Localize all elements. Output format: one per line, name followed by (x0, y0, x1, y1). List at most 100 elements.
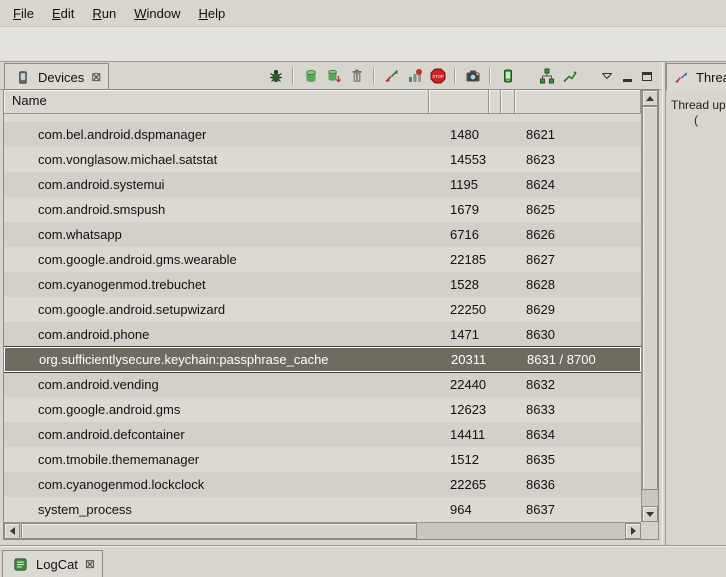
menu-help[interactable]: Help (189, 2, 234, 25)
cell-port: 8629 (515, 297, 641, 322)
threads-message-line2: ( (666, 112, 726, 127)
minimize-icon[interactable] (618, 67, 636, 85)
cell-name: com.android.defcontainer (4, 422, 429, 447)
table-row[interactable]: com.android.smspush16798625 (4, 197, 641, 222)
scroll-up-icon[interactable] (642, 90, 658, 106)
table-row[interactable]: com.cyanogenmod.lockclock222658636 (4, 472, 641, 497)
cell-port: 8637 (515, 497, 641, 522)
cell-name: com.google.android.gms (4, 397, 429, 422)
scrollbar-corner (641, 522, 658, 539)
vertical-scrollbar[interactable] (641, 90, 658, 522)
cell-name: com.google.android.gms.wearable (4, 247, 429, 272)
cell-pid: 1480 (429, 122, 489, 147)
table-row[interactable]: com.android.defcontainer14411 8634 (4, 422, 641, 447)
hierarchy-viewer-icon[interactable] (536, 66, 557, 86)
cell-c3 (489, 222, 501, 247)
cell-pid: 964 (429, 497, 489, 522)
cell-c4 (501, 297, 515, 322)
table-row[interactable]: com.bel.android.dspmanager14808621 (4, 122, 641, 147)
cell-port: 8635 (515, 447, 641, 472)
table-row[interactable]: com.tmobile.thememanager15128635 (4, 447, 641, 472)
update-threads-icon[interactable] (381, 66, 402, 86)
cause-gc-icon[interactable] (346, 66, 367, 86)
horizontal-scrollbar-thumb[interactable] (21, 523, 417, 539)
debug-process-icon[interactable] (265, 66, 286, 86)
table-row[interactable]: com.google.android.setupwizard222508629 (4, 297, 641, 322)
close-icon[interactable]: ⊠ (85, 557, 95, 571)
tab-logcat[interactable]: LogCat ⊠ (2, 550, 103, 577)
table-row[interactable]: com.android.vending224408632 (4, 372, 641, 397)
update-heap-icon[interactable] (300, 66, 321, 86)
devices-panel: Devices ⊠ STOP (0, 62, 662, 545)
menu-run[interactable]: Run (83, 2, 125, 25)
cell-pid: 6716 (429, 222, 489, 247)
line-chart-icon[interactable] (559, 66, 580, 86)
scroll-right-icon[interactable] (625, 523, 641, 539)
vertical-scrollbar-thumb[interactable] (642, 106, 658, 490)
cell-name: com.cyanogenmod.lockclock (4, 472, 429, 497)
cell-c4 (502, 348, 516, 371)
cell-c3 (489, 497, 501, 522)
cell-port: 8636 (515, 472, 641, 497)
menu-file[interactable]: File (4, 2, 43, 25)
cell-c3 (489, 147, 501, 172)
dump-hprof-icon[interactable] (323, 66, 344, 86)
cell-c3 (489, 247, 501, 272)
column-header-4[interactable] (501, 90, 515, 114)
maximize-icon[interactable] (638, 67, 656, 85)
table-row[interactable]: com.google.android.gms.wearable221858627 (4, 247, 641, 272)
close-icon[interactable]: ⊠ (91, 70, 101, 84)
column-header-name[interactable]: Name (4, 90, 429, 114)
threads-tabbar: Threads (666, 62, 726, 90)
column-header-3[interactable] (489, 90, 501, 114)
tab-devices-label: Devices (38, 70, 84, 85)
cell-c4 (501, 422, 515, 447)
scroll-down-icon[interactable] (642, 506, 658, 522)
cell-port: 8623 (515, 147, 641, 172)
method-profiling-icon[interactable] (404, 66, 425, 86)
horizontal-scrollbar[interactable] (4, 522, 641, 539)
cell-c4 (501, 247, 515, 272)
cell-pid: 1528 (429, 272, 489, 297)
tab-devices[interactable]: Devices ⊠ (4, 63, 109, 90)
cell-port: 8630 (515, 322, 641, 347)
table-row[interactable]: com.cyanogenmod.trebuchet15288628 (4, 272, 641, 297)
cell-name: org.sufficientlysecure.keychain:passphra… (5, 348, 430, 371)
table-row[interactable]: com.google.android.gms126238633 (4, 397, 641, 422)
cell-port: 8626 (515, 222, 641, 247)
table-row[interactable]: com.whatsapp67168626 (4, 222, 641, 247)
menu-window[interactable]: Window (125, 2, 189, 25)
cell-pid: 14553 (429, 147, 489, 172)
cell-name: com.cyanogenmod.trebuchet (4, 272, 429, 297)
view-menu-icon[interactable] (598, 67, 616, 85)
main-toolbar (0, 26, 726, 62)
table-row[interactable]: com.vonglasow.michael.satstat145538623 (4, 147, 641, 172)
table-row[interactable]: com.android.systemui11958624 (4, 172, 641, 197)
toolbar-separator (489, 68, 491, 84)
cell-pid: 22440 (429, 372, 489, 397)
threads-icon (671, 67, 692, 87)
device-icon (12, 67, 33, 87)
screen-capture-icon[interactable] (462, 66, 483, 86)
menu-edit[interactable]: Edit (43, 2, 83, 25)
cell-pid: 1471 (429, 322, 489, 347)
threads-message-line1: Thread up (666, 90, 726, 112)
cell-port: 8633 (515, 397, 641, 422)
cell-pid: 14411 (429, 422, 489, 447)
cell-port: 8634 (515, 422, 641, 447)
scroll-left-icon[interactable] (4, 523, 20, 539)
tab-threads[interactable]: Threads (666, 63, 726, 90)
column-header-port[interactable] (515, 90, 641, 114)
device-view-icon[interactable] (497, 66, 518, 86)
cell-pid: 1679 (429, 197, 489, 222)
cell-port: 8624 (515, 172, 641, 197)
cell-c4 (501, 147, 515, 172)
cell-c4 (501, 497, 515, 522)
table-row[interactable]: org.sufficientlysecure.keychain:passphra… (4, 347, 641, 372)
table-row[interactable]: com.android.phone14718630 (4, 322, 641, 347)
table-row[interactable]: system_process9648637 (4, 497, 641, 522)
cell-c3 (489, 297, 501, 322)
column-header-pid[interactable] (429, 90, 489, 114)
device-table-rows: com.bel.android.dspmanager14808621com.vo… (4, 122, 641, 522)
stop-process-icon[interactable]: STOP (427, 66, 448, 86)
